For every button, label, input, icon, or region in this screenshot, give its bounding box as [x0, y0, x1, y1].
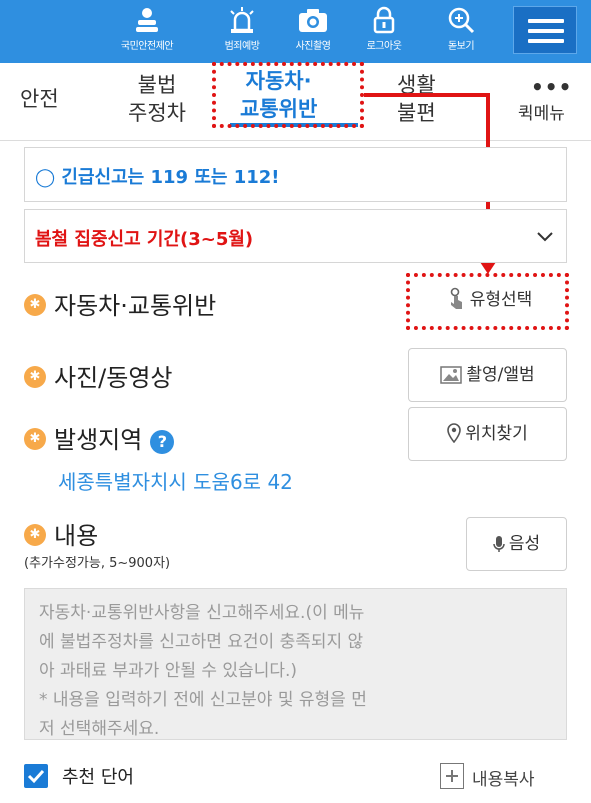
more-dots-icon: •••: [531, 75, 573, 99]
required-bullet-icon: [24, 294, 46, 316]
tab-illegal-parking[interactable]: 불법 주정차: [128, 71, 186, 127]
voice-input-label: 음성: [508, 534, 541, 554]
camera-icon: [299, 9, 327, 32]
magnifier-icon: [448, 7, 475, 34]
topbar-item-label: 돋보기: [447, 41, 475, 52]
arrow-line-horizontal: [364, 93, 490, 97]
category-field-label: 자동차·교통위반: [24, 286, 216, 321]
media-field-label: 사진/동영상: [24, 358, 173, 393]
location-label-text: 발생지역: [54, 426, 143, 454]
voice-input-button[interactable]: 음성: [466, 517, 567, 571]
copy-content-button[interactable]: 내용복사: [472, 765, 535, 790]
category-label-text: 자동차·교통위반: [54, 292, 217, 320]
content-label-text: 내용: [54, 522, 99, 550]
find-location-button[interactable]: 위치찾기: [408, 407, 567, 461]
copy-content-icon[interactable]: [440, 763, 464, 789]
emergency-notice-text: ◯ 긴급신고는 119 또는 112!: [35, 167, 280, 188]
highlight-box-tab: [212, 62, 364, 128]
topbar-item-magnifier[interactable]: 돋보기: [420, 4, 502, 60]
quick-menu-label: 퀵메뉴: [518, 104, 565, 124]
hamburger-menu-icon: [528, 39, 564, 43]
media-label-text: 사진/동영상: [54, 364, 173, 392]
capture-album-label: 촬영/앨범: [466, 365, 535, 385]
checkmark-icon: [27, 769, 45, 784]
topbar-item-safety-proposal[interactable]: 국민안전제안: [106, 4, 188, 60]
required-bullet-icon: [24, 428, 46, 450]
topbar-item-label: 로그아웃: [366, 41, 402, 52]
safety-proposal-icon: [136, 8, 158, 32]
siren-icon: [230, 7, 254, 33]
tab-living-inconvenience[interactable]: 생활 불편: [397, 71, 436, 127]
location-field-label: 발생지역?: [24, 420, 175, 455]
tab-safety[interactable]: 안전: [20, 85, 59, 113]
topbar-item-logout[interactable]: 로그아웃: [343, 4, 425, 60]
content-field-label: 내용: [24, 516, 98, 551]
microphone-icon: [493, 536, 505, 552]
content-length-hint: (추가수정가능, 5~900자): [24, 556, 171, 571]
required-bullet-icon: [24, 366, 46, 388]
hamburger-menu-icon: [528, 29, 564, 33]
top-bar: 국민안전제안 범죄예방 사진촬영 로그아웃 돋보기: [0, 0, 591, 63]
topbar-item-crime-prevention[interactable]: 범죄예방: [201, 4, 283, 60]
location-address: 세종특별자치시 도움6로 42: [58, 470, 293, 494]
required-bullet-icon: [24, 524, 46, 546]
topbar-item-label: 국민안전제안: [120, 41, 174, 52]
help-icon[interactable]: ?: [150, 430, 175, 454]
chevron-down-icon: [537, 232, 553, 242]
period-notice-dropdown[interactable]: 봄철 집중신고 기간(3~5월): [24, 209, 567, 263]
lock-icon: [373, 6, 395, 34]
content-textarea[interactable]: 자동차·교통위반사항을 신고해주세요.(이 메뉴 에 불법주정차를 신고하면 요…: [24, 588, 567, 740]
recommend-words-label: 추천 단어: [62, 767, 134, 788]
find-location-label: 위치찾기: [465, 424, 528, 444]
hamburger-menu-button[interactable]: [513, 6, 577, 54]
period-notice-text: 봄철 집중신고 기간(3~5월): [35, 229, 254, 250]
topbar-item-camera[interactable]: 사진촬영: [272, 4, 354, 60]
location-pin-icon: [447, 423, 462, 444]
topbar-item-label: 범죄예방: [224, 41, 260, 52]
highlight-box-type-select: [406, 273, 569, 330]
recommend-words-checkbox[interactable]: [24, 764, 48, 788]
emergency-notice: ◯ 긴급신고는 119 또는 112!: [24, 147, 567, 202]
hamburger-menu-icon: [528, 19, 564, 23]
image-icon: [440, 366, 463, 384]
capture-album-button[interactable]: 촬영/앨범: [408, 348, 567, 402]
topbar-item-label: 사진촬영: [295, 41, 331, 52]
